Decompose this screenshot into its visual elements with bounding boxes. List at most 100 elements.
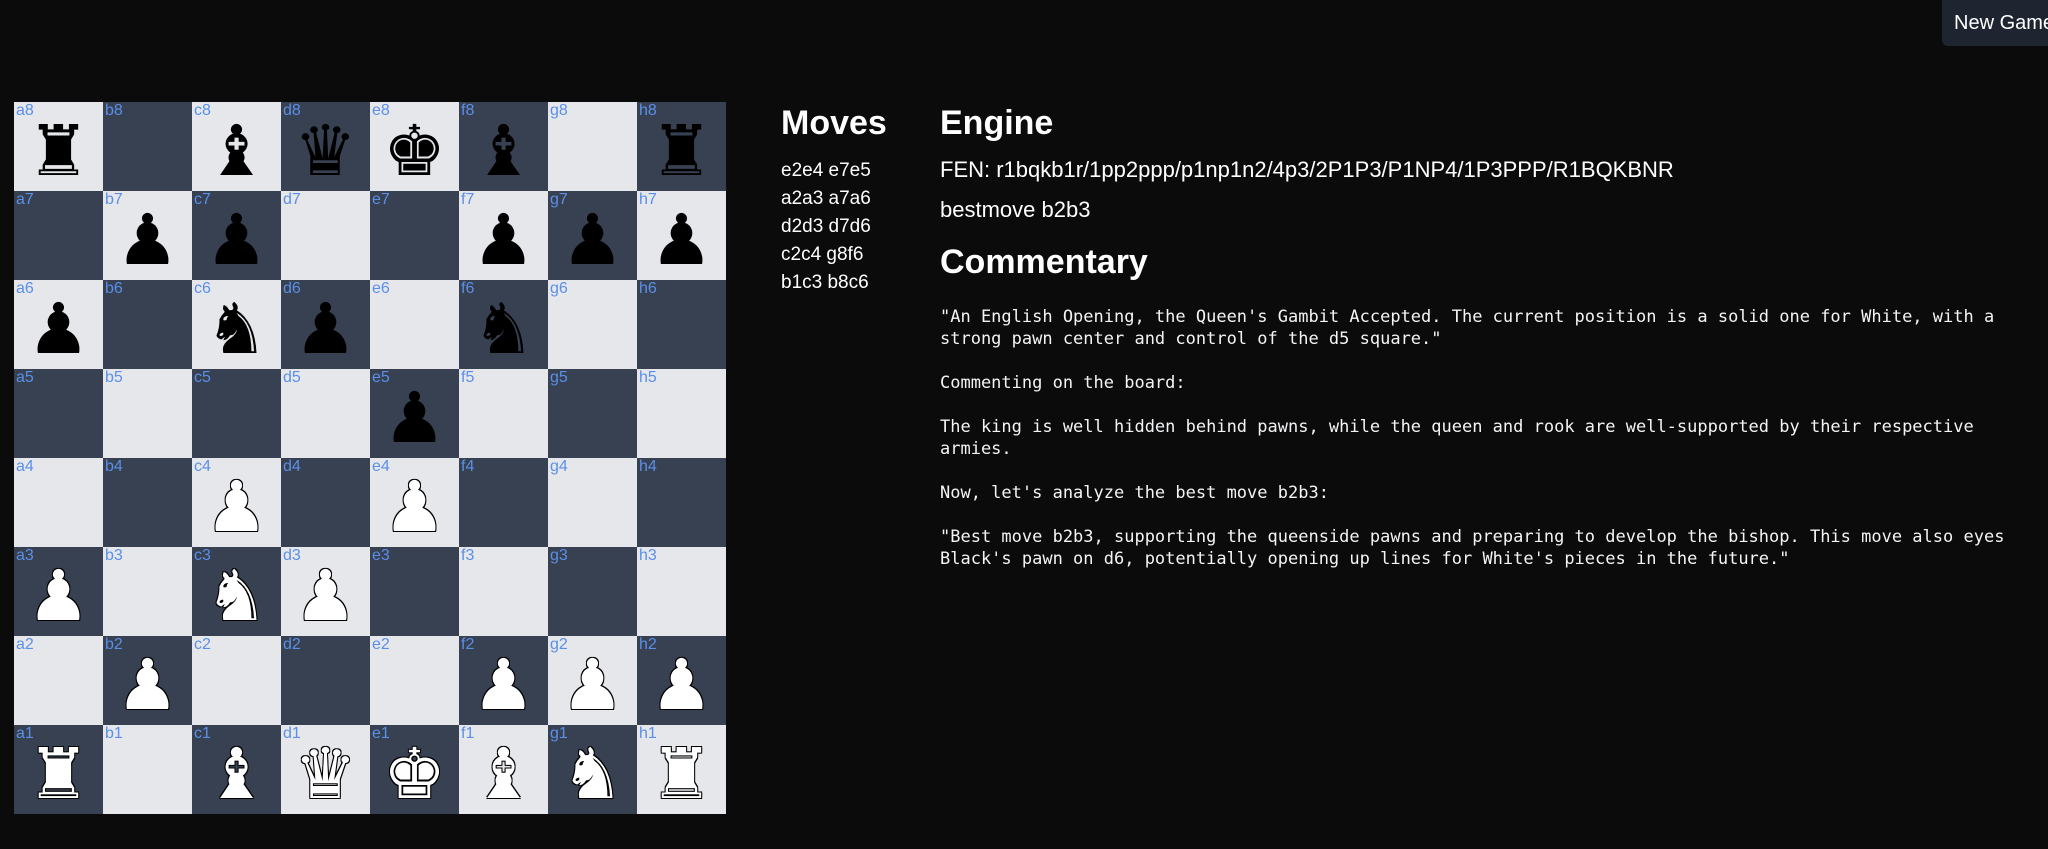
square-b7[interactable]: b7 ♟ [103, 191, 192, 280]
white-king-icon[interactable]: ♚ [370, 725, 459, 814]
black-pawn-icon[interactable]: ♟ [459, 191, 548, 280]
black-pawn-icon[interactable]: ♟ [103, 191, 192, 280]
square-e8[interactable]: e8 ♚ [370, 102, 459, 191]
square-h8[interactable]: h8 ♜ [637, 102, 726, 191]
square-g4[interactable]: g4 [548, 458, 637, 547]
square-label: g5 [550, 369, 568, 386]
white-pawn-icon[interactable]: ♟ [281, 547, 370, 636]
square-a8[interactable]: a8 ♜ [14, 102, 103, 191]
square-d1[interactable]: d1 ♛ [281, 725, 370, 814]
black-bishop-icon[interactable]: ♝ [459, 102, 548, 191]
white-pawn-icon[interactable]: ♟ [459, 636, 548, 725]
square-h5[interactable]: h5 [637, 369, 726, 458]
square-c5[interactable]: c5 [192, 369, 281, 458]
black-bishop-icon[interactable]: ♝ [192, 102, 281, 191]
square-c7[interactable]: c7 ♟ [192, 191, 281, 280]
square-f6[interactable]: f6 ♞ [459, 280, 548, 369]
white-pawn-icon[interactable]: ♟ [103, 636, 192, 725]
black-pawn-icon[interactable]: ♟ [548, 191, 637, 280]
square-a2[interactable]: a2 [14, 636, 103, 725]
black-pawn-icon[interactable]: ♟ [14, 280, 103, 369]
white-queen-icon[interactable]: ♛ [281, 725, 370, 814]
black-pawn-icon[interactable]: ♟ [637, 191, 726, 280]
square-e5[interactable]: e5 ♟ [370, 369, 459, 458]
square-f8[interactable]: f8 ♝ [459, 102, 548, 191]
square-d2[interactable]: d2 [281, 636, 370, 725]
square-b8[interactable]: b8 [103, 102, 192, 191]
square-g6[interactable]: g6 [548, 280, 637, 369]
square-f5[interactable]: f5 [459, 369, 548, 458]
chess-board[interactable]: a8 ♜ b8 c8 ♝ d8 ♛ e8 ♚ f8 ♝ g8 h8 ♜ a7 b7 ♟ c7 ♟ d7 e7 f7 ♟ g7 ♟… [14, 102, 726, 814]
square-b2[interactable]: b2 ♟ [103, 636, 192, 725]
black-pawn-icon[interactable]: ♟ [281, 280, 370, 369]
square-d5[interactable]: d5 [281, 369, 370, 458]
square-d4[interactable]: d4 [281, 458, 370, 547]
black-pawn-icon[interactable]: ♟ [370, 369, 459, 458]
black-rook-icon[interactable]: ♜ [637, 102, 726, 191]
square-h1[interactable]: h1 ♜ [637, 725, 726, 814]
square-b1[interactable]: b1 [103, 725, 192, 814]
square-b3[interactable]: b3 [103, 547, 192, 636]
square-f2[interactable]: f2 ♟ [459, 636, 548, 725]
black-knight-icon[interactable]: ♞ [459, 280, 548, 369]
white-bishop-icon[interactable]: ♝ [192, 725, 281, 814]
square-d7[interactable]: d7 [281, 191, 370, 280]
square-h3[interactable]: h3 [637, 547, 726, 636]
white-pawn-icon[interactable]: ♟ [370, 458, 459, 547]
white-pawn-icon[interactable]: ♟ [637, 636, 726, 725]
square-d3[interactable]: d3 ♟ [281, 547, 370, 636]
square-f3[interactable]: f3 [459, 547, 548, 636]
square-c1[interactable]: c1 ♝ [192, 725, 281, 814]
black-king-icon[interactable]: ♚ [370, 102, 459, 191]
black-rook-icon[interactable]: ♜ [14, 102, 103, 191]
square-g1[interactable]: g1 ♞ [548, 725, 637, 814]
white-pawn-icon[interactable]: ♟ [14, 547, 103, 636]
square-b6[interactable]: b6 [103, 280, 192, 369]
square-e6[interactable]: e6 [370, 280, 459, 369]
square-c2[interactable]: c2 [192, 636, 281, 725]
white-rook-icon[interactable]: ♜ [637, 725, 726, 814]
white-bishop-icon[interactable]: ♝ [459, 725, 548, 814]
square-e1[interactable]: e1 ♚ [370, 725, 459, 814]
square-d8[interactable]: d8 ♛ [281, 102, 370, 191]
square-g8[interactable]: g8 [548, 102, 637, 191]
square-a3[interactable]: a3 ♟ [14, 547, 103, 636]
square-g7[interactable]: g7 ♟ [548, 191, 637, 280]
new-game-button[interactable]: New Game [1942, 0, 2048, 46]
square-f4[interactable]: f4 [459, 458, 548, 547]
square-h2[interactable]: h2 ♟ [637, 636, 726, 725]
square-a5[interactable]: a5 [14, 369, 103, 458]
black-queen-icon[interactable]: ♛ [281, 102, 370, 191]
square-f1[interactable]: f1 ♝ [459, 725, 548, 814]
square-a4[interactable]: a4 [14, 458, 103, 547]
white-pawn-icon[interactable]: ♟ [548, 636, 637, 725]
square-c6[interactable]: c6 ♞ [192, 280, 281, 369]
white-pawn-icon[interactable]: ♟ [192, 458, 281, 547]
white-knight-icon[interactable]: ♞ [548, 725, 637, 814]
square-g3[interactable]: g3 [548, 547, 637, 636]
square-g5[interactable]: g5 [548, 369, 637, 458]
square-c4[interactable]: c4 ♟ [192, 458, 281, 547]
square-label: b3 [105, 547, 123, 564]
square-b4[interactable]: b4 [103, 458, 192, 547]
square-b5[interactable]: b5 [103, 369, 192, 458]
square-g2[interactable]: g2 ♟ [548, 636, 637, 725]
white-rook-icon[interactable]: ♜ [14, 725, 103, 814]
square-h7[interactable]: h7 ♟ [637, 191, 726, 280]
square-h4[interactable]: h4 [637, 458, 726, 547]
square-a1[interactable]: a1 ♜ [14, 725, 103, 814]
square-d6[interactable]: d6 ♟ [281, 280, 370, 369]
square-e4[interactable]: e4 ♟ [370, 458, 459, 547]
square-e7[interactable]: e7 [370, 191, 459, 280]
white-knight-icon[interactable]: ♞ [192, 547, 281, 636]
square-h6[interactable]: h6 [637, 280, 726, 369]
square-a7[interactable]: a7 [14, 191, 103, 280]
square-e3[interactable]: e3 [370, 547, 459, 636]
black-knight-icon[interactable]: ♞ [192, 280, 281, 369]
square-c3[interactable]: c3 ♞ [192, 547, 281, 636]
square-a6[interactable]: a6 ♟ [14, 280, 103, 369]
black-pawn-icon[interactable]: ♟ [192, 191, 281, 280]
square-f7[interactable]: f7 ♟ [459, 191, 548, 280]
square-e2[interactable]: e2 [370, 636, 459, 725]
square-c8[interactable]: c8 ♝ [192, 102, 281, 191]
